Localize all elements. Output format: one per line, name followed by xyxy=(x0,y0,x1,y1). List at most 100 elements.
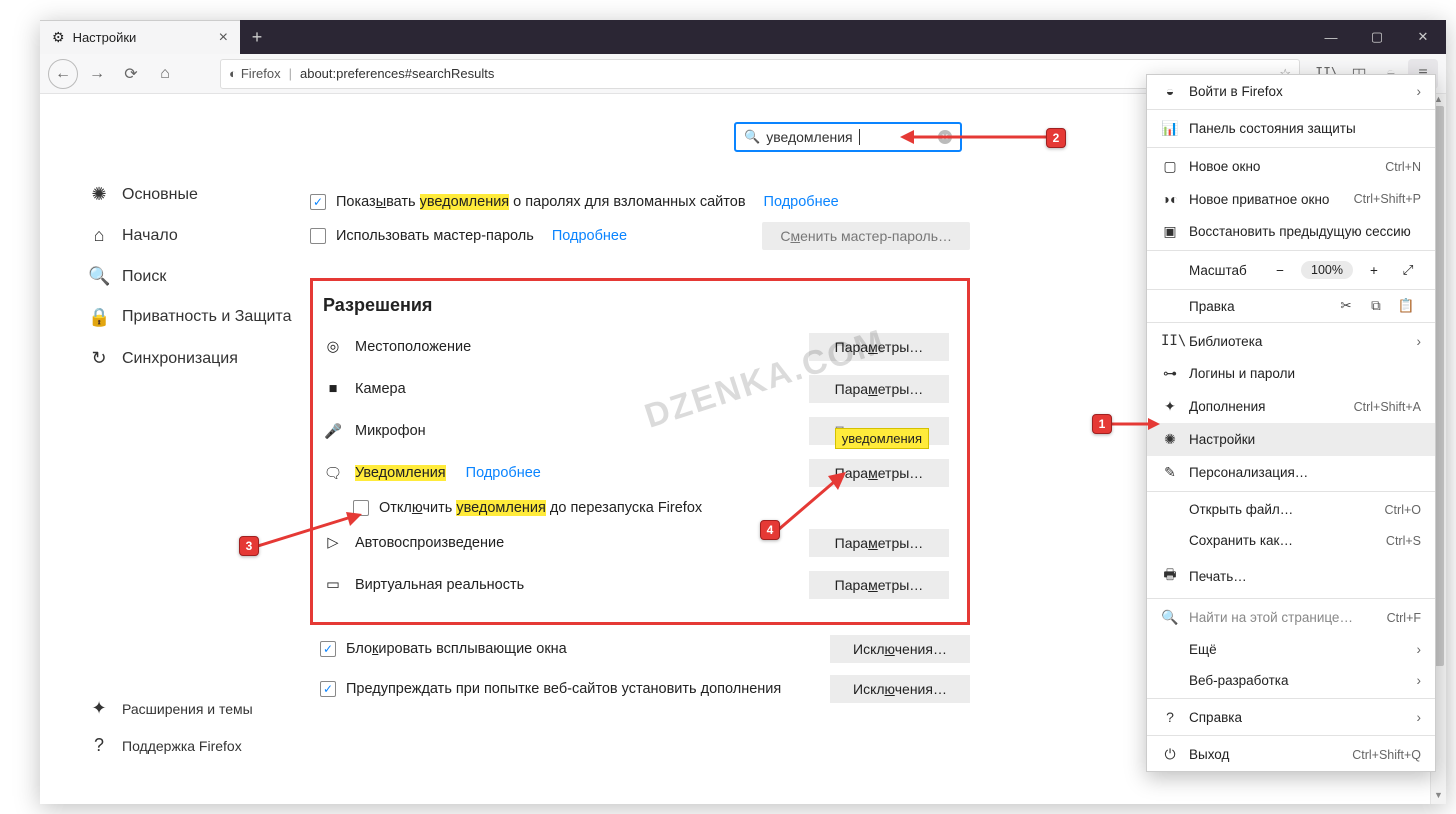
perm-notifications-button[interactable]: Параметры… xyxy=(809,459,949,487)
clear-search-icon[interactable]: ✕ xyxy=(938,130,952,144)
sync-icon: ↻ xyxy=(88,348,110,369)
menu-edit: Правка ✂ ⧉ 📋 xyxy=(1147,292,1435,320)
cut-icon[interactable]: ✂ xyxy=(1331,298,1361,314)
warn-addons-exceptions-button[interactable]: Исключения… xyxy=(830,675,970,703)
search-icon: 🔍 xyxy=(1161,609,1179,626)
warn-addons-checkbox[interactable] xyxy=(320,681,336,697)
menu-new-private[interactable]: ◑◐Новое приватное окноCtrl+Shift+P xyxy=(1147,183,1435,215)
prefs-search-input[interactable]: 🔍 уведомления ✕ xyxy=(734,122,962,152)
menu-webdev[interactable]: Веб-разработка› xyxy=(1147,665,1435,696)
firefox-icon: ◐ xyxy=(229,66,237,81)
sidebar-item-privacy[interactable]: 🔒Приватность и Защита xyxy=(88,297,300,338)
help-icon: ? xyxy=(1161,709,1179,725)
breached-checkbox[interactable] xyxy=(310,194,326,210)
forward-button[interactable]: → xyxy=(82,59,112,89)
menu-find[interactable]: 🔍Найти на этой странице…Ctrl+F xyxy=(1147,601,1435,634)
browser-tab[interactable]: ⚙ Настройки × xyxy=(40,20,240,54)
close-tab-icon[interactable]: × xyxy=(219,29,228,47)
block-popups-checkbox[interactable] xyxy=(320,641,336,657)
notification-icon: 🗨 xyxy=(323,465,343,482)
perm-vr-button[interactable]: Параметры… xyxy=(809,571,949,599)
home-icon: ⌂ xyxy=(88,225,110,246)
chevron-right-icon: › xyxy=(1417,334,1422,349)
change-master-pw-button: Сменить мастер-пароль… xyxy=(762,222,970,250)
callout-2: 2 xyxy=(1046,128,1066,148)
chevron-right-icon: › xyxy=(1417,84,1422,99)
location-icon: ◎ xyxy=(323,339,343,355)
fullscreen-icon[interactable]: ⤢ xyxy=(1395,259,1421,281)
new-tab-button[interactable]: + xyxy=(240,20,274,54)
shield-icon: 📊 xyxy=(1161,120,1179,137)
profile-icon: ◒ xyxy=(1161,83,1179,99)
print-icon: 🖶 xyxy=(1161,564,1179,588)
menu-protection[interactable]: 📊Панель состояния защиты xyxy=(1147,112,1435,145)
zoom-in-button[interactable]: + xyxy=(1361,259,1387,281)
sidebar-item-support[interactable]: ?Поддержка Firefox xyxy=(88,727,253,764)
paste-icon[interactable]: 📋 xyxy=(1391,298,1421,314)
scroll-down-icon[interactable]: ▼ xyxy=(1431,790,1446,804)
menu-more[interactable]: Ещё› xyxy=(1147,634,1435,665)
breached-more-link[interactable]: Подробнее xyxy=(764,194,839,210)
zoom-level[interactable]: 100% xyxy=(1301,261,1353,279)
perm-notifications-more-link[interactable]: Подробнее xyxy=(466,465,541,481)
sidebar-item-search[interactable]: 🔍Поиск xyxy=(88,256,300,297)
home-button[interactable]: ⌂ xyxy=(150,59,180,89)
perm-autoplay-button[interactable]: Параметры… xyxy=(809,529,949,557)
menu-open-file[interactable]: Открыть файл…Ctrl+O xyxy=(1147,494,1435,525)
block-popups-exceptions-button[interactable]: Исключения… xyxy=(830,635,970,663)
sidebar-item-home[interactable]: ⌂Начало xyxy=(88,215,300,256)
minimize-button[interactable]: — xyxy=(1308,20,1354,54)
menu-library[interactable]: II\Библиотека› xyxy=(1147,325,1435,357)
power-icon: ⏻ xyxy=(1161,746,1179,763)
library-icon: II\ xyxy=(1161,333,1179,349)
menu-settings[interactable]: ✺Настройки xyxy=(1147,423,1435,456)
warn-addons-row: Предупреждать при попытке веб-сайтов уст… xyxy=(320,669,970,709)
menu-addons[interactable]: ✦ДополненияCtrl+Shift+A xyxy=(1147,390,1435,423)
window-icon: ▢ xyxy=(1161,158,1179,175)
perm-camera-button[interactable]: Параметры… xyxy=(809,375,949,403)
menu-print[interactable]: 🖶Печать… xyxy=(1147,556,1435,596)
sidebar-item-extensions[interactable]: ✦Расширения и темы xyxy=(88,690,253,727)
maximize-button[interactable]: ▢ xyxy=(1354,20,1400,54)
menu-zoom: Масштаб − 100% + ⤢ xyxy=(1147,253,1435,287)
help-icon: ? xyxy=(88,735,110,756)
menu-restore[interactable]: ▣Восстановить предыдущую сессию xyxy=(1147,215,1435,248)
chevron-right-icon: › xyxy=(1417,673,1422,688)
perm-location-row: ◎МестоположениеПараметры… xyxy=(323,326,949,368)
sidebar-item-sync[interactable]: ↻Синхронизация xyxy=(88,338,300,379)
puzzle-icon: ✦ xyxy=(88,698,110,719)
breached-passwords-checkbox-row: Показывать уведомления о паролях для взл… xyxy=(310,188,970,216)
back-button[interactable]: ← xyxy=(48,59,78,89)
menu-exit[interactable]: ⏻ВыходCtrl+Shift+Q xyxy=(1147,738,1435,771)
master-pw-checkbox[interactable] xyxy=(310,228,326,244)
reload-button[interactable]: ⟳ xyxy=(116,59,146,89)
firefox-identity: ◐ Firefox xyxy=(229,66,281,81)
url-bar[interactable]: ◐ Firefox | about:preferences#searchResu… xyxy=(220,59,1300,89)
menu-help[interactable]: ?Справка› xyxy=(1147,701,1435,733)
key-icon: ⊶ xyxy=(1161,365,1179,382)
pause-notifications-row: Отключить уведомления до перезапуска Fir… xyxy=(323,494,949,522)
perm-notifications-row: 🗨 Уведомления Подробнее Параметры… уведо… xyxy=(323,452,949,494)
search-value: уведомления xyxy=(766,129,852,145)
menu-customize[interactable]: ✎Персонализация… xyxy=(1147,456,1435,489)
block-popups-row: Блокировать всплывающие окна Исключения… xyxy=(320,629,970,669)
menu-save-as[interactable]: Сохранить как…Ctrl+S xyxy=(1147,525,1435,556)
menu-signin[interactable]: ◒Войти в Firefox› xyxy=(1147,75,1435,107)
puzzle-icon: ✦ xyxy=(1161,398,1179,415)
perm-location-button[interactable]: Параметры… xyxy=(809,333,949,361)
close-window-button[interactable]: ✕ xyxy=(1400,20,1446,54)
tab-title: Настройки xyxy=(73,30,137,45)
menu-logins[interactable]: ⊶Логины и пароли xyxy=(1147,357,1435,390)
zoom-out-button[interactable]: − xyxy=(1267,259,1293,281)
gear-icon: ✺ xyxy=(88,184,110,205)
copy-icon[interactable]: ⧉ xyxy=(1361,298,1391,314)
gear-icon: ✺ xyxy=(1161,431,1179,448)
chevron-right-icon: › xyxy=(1417,710,1422,725)
pause-notifications-checkbox[interactable] xyxy=(353,500,369,516)
perm-vr-row: ▭Виртуальная реальностьПараметры… xyxy=(323,564,949,606)
search-icon: 🔍 xyxy=(744,129,760,145)
microphone-icon: 🎤 xyxy=(323,423,343,440)
sidebar-item-general[interactable]: ✺Основные xyxy=(88,174,300,215)
menu-new-window[interactable]: ▢Новое окноCtrl+N xyxy=(1147,150,1435,183)
master-pw-more-link[interactable]: Подробнее xyxy=(552,228,627,244)
